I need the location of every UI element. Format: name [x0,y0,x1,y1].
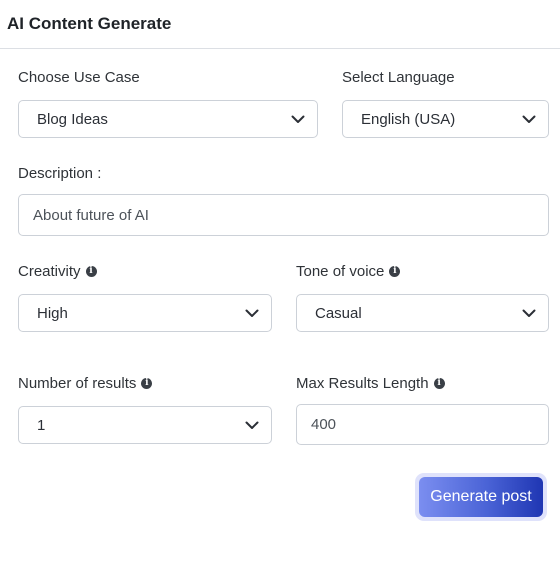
chevron-down-icon [291,115,305,124]
use-case-value: Blog Ideas [37,110,108,128]
page-title: AI Content Generate [7,14,172,33]
description-input[interactable]: About future of AI [18,194,549,236]
header-divider [0,48,560,49]
tone-select[interactable]: Casual [296,294,549,332]
language-label: Select Language [342,69,455,86]
use-case-label-text: Choose Use Case [18,69,140,86]
max-length-value: 400 [311,416,337,433]
chevron-down-icon [522,115,536,124]
description-label: Description : [18,165,101,182]
num-results-select[interactable]: 1 [18,406,272,444]
tone-label-text: Tone of voice [296,263,385,280]
creativity-select[interactable]: High [18,294,272,332]
tone-value: Casual [315,304,362,322]
max-length-label-text: Max Results Length [296,375,429,392]
chevron-down-icon [245,421,259,430]
num-results-label: Number of results i [18,375,153,392]
language-label-text: Select Language [342,69,455,86]
creativity-value: High [37,304,68,322]
tone-label: Tone of voice i [296,263,401,280]
creativity-label-text: Creativity [18,263,81,280]
max-length-input[interactable]: 400 [296,404,549,445]
generate-button-focus-ring: Generate post [415,473,547,521]
generate-post-button[interactable]: Generate post [419,477,543,517]
info-icon[interactable]: i [141,378,153,389]
use-case-label: Choose Use Case [18,69,140,86]
num-results-label-text: Number of results [18,375,137,392]
description-label-text: Description : [18,165,102,182]
chevron-down-icon [522,309,536,318]
num-results-value: 1 [37,416,46,434]
language-value: English (USA) [361,110,456,128]
info-icon[interactable]: i [433,378,445,389]
max-length-label: Max Results Length i [296,375,445,392]
description-value: About future of AI [33,206,149,224]
chevron-down-icon [245,309,259,318]
info-icon[interactable]: i [389,266,401,277]
language-select[interactable]: English (USA) [342,100,549,138]
use-case-select[interactable]: Blog Ideas [18,100,318,138]
info-icon[interactable]: i [85,266,97,277]
creativity-label: Creativity i [18,263,97,280]
